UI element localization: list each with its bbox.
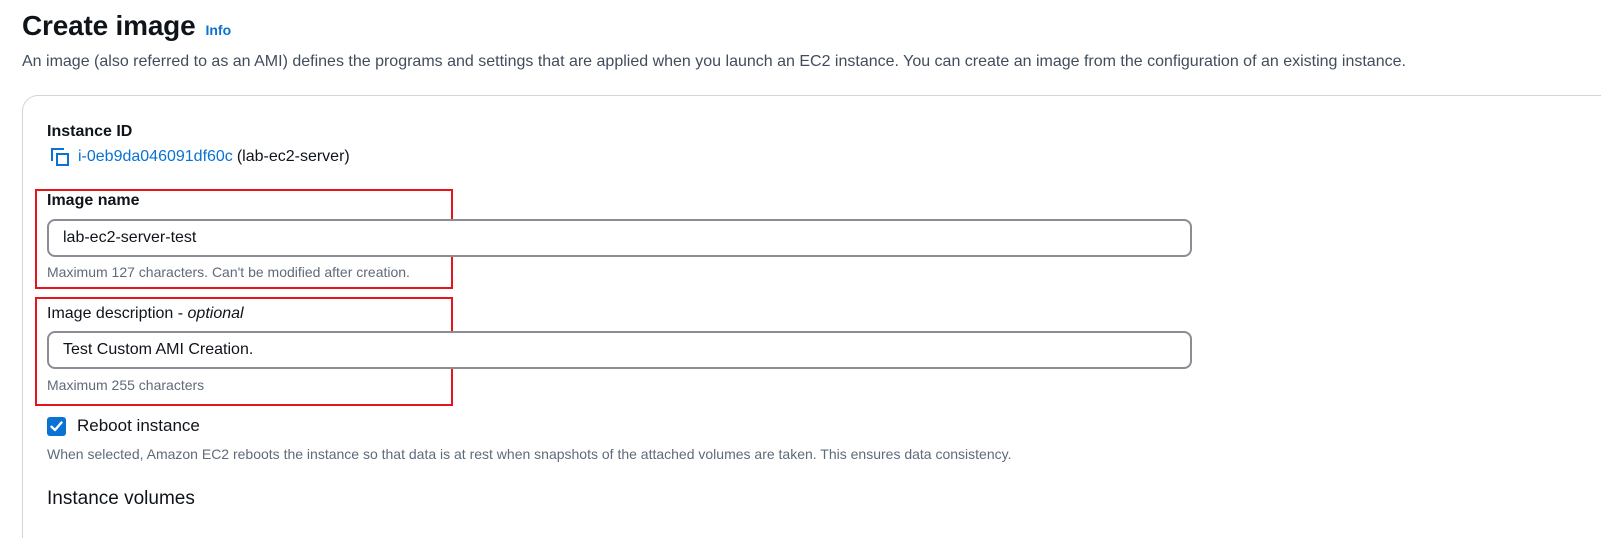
image-name-hint: Maximum 127 characters. Can't be modifie…: [47, 264, 410, 280]
reboot-instance-hint: When selected, Amazon EC2 reboots the in…: [47, 446, 1012, 462]
instance-id-link[interactable]: i-0eb9da046091df60c: [78, 148, 233, 166]
instance-name: (lab-ec2-server): [236, 148, 350, 165]
image-description-input[interactable]: [47, 331, 1192, 369]
instance-id-label: Instance ID: [47, 123, 133, 140]
image-description-optional: optional: [187, 305, 244, 322]
image-name-input[interactable]: [47, 219, 1192, 257]
page-header: Create image Info: [22, 8, 231, 44]
info-link[interactable]: Info: [205, 22, 231, 38]
image-description-label: Image description - optional: [47, 305, 244, 323]
image-name-label: Image name: [47, 192, 140, 209]
image-description-label-text: Image description -: [47, 305, 188, 322]
create-image-page: Create image Info An image (also referre…: [0, 0, 1601, 538]
reboot-instance-label[interactable]: Reboot instance: [77, 416, 200, 436]
instance-volumes-title: Instance volumes: [47, 488, 195, 509]
checkmark-icon: [50, 421, 63, 432]
page-description: An image (also referred to as an AMI) de…: [22, 53, 1406, 70]
instance-id-row: i-0eb9da046091df60c (lab-ec2-server): [50, 147, 350, 167]
image-description-hint: Maximum 255 characters: [47, 377, 205, 393]
copy-icon[interactable]: [50, 147, 72, 167]
reboot-instance-checkbox[interactable]: [47, 417, 66, 436]
page-title: Create image: [22, 10, 196, 41]
